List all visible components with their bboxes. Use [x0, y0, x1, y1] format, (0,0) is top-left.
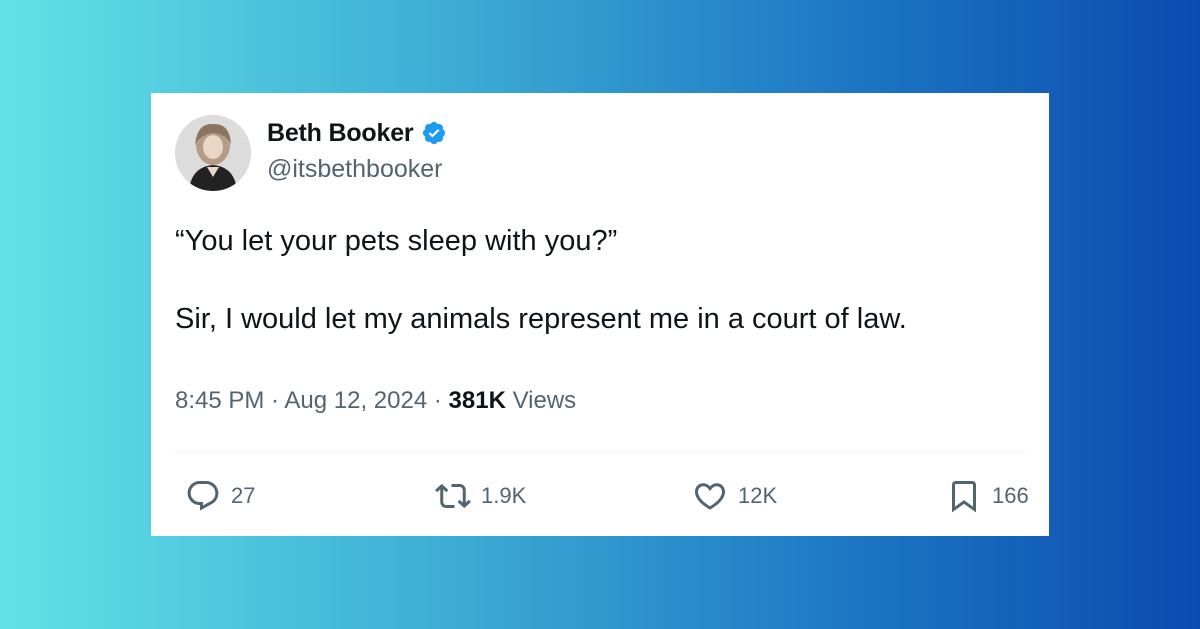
tweet-text-line: “You let your pets sleep with you?”: [175, 225, 618, 257]
tweet-meta: 8:45 PM · Aug 12, 2024 · 381K Views: [175, 387, 576, 415]
retweet-count: 1.9K: [481, 483, 527, 508]
bookmark-icon: [946, 478, 982, 514]
divider: [175, 451, 1025, 452]
verified-badge-icon: [421, 120, 447, 146]
views-label: Views: [505, 387, 577, 414]
meta-separator: ·: [427, 387, 449, 414]
bookmark-button[interactable]: 166: [946, 478, 1029, 514]
reply-icon: [185, 478, 221, 514]
tweet-card: Beth Booker @itsbethbooker “You let your…: [151, 93, 1049, 536]
author-handle[interactable]: @itsbethbooker: [267, 155, 442, 184]
tweet-text: “You let your pets sleep with you?” Sir,…: [175, 221, 1035, 339]
tweet-date[interactable]: Aug 12, 2024: [284, 387, 427, 414]
author-name-row: Beth Booker: [267, 117, 447, 149]
author-name[interactable]: Beth Booker: [267, 119, 414, 148]
retweet-button[interactable]: 1.9K: [435, 478, 526, 514]
avatar-image: [175, 115, 251, 191]
like-button[interactable]: 12K: [692, 478, 777, 514]
tweet-text-line: Sir, I would let my animals represent me…: [175, 303, 907, 335]
views-count: 381K: [448, 387, 506, 414]
retweet-icon: [435, 478, 471, 514]
tweet-time[interactable]: 8:45 PM: [175, 387, 264, 414]
avatar[interactable]: [175, 115, 251, 191]
bookmark-count: 166: [992, 483, 1029, 508]
action-bar: 27 1.9K 12K 166: [151, 478, 1049, 518]
reply-count: 27: [231, 483, 256, 508]
heart-icon: [692, 478, 728, 514]
like-count: 12K: [738, 483, 778, 508]
meta-separator: ·: [264, 387, 285, 414]
reply-button[interactable]: 27: [185, 478, 255, 514]
